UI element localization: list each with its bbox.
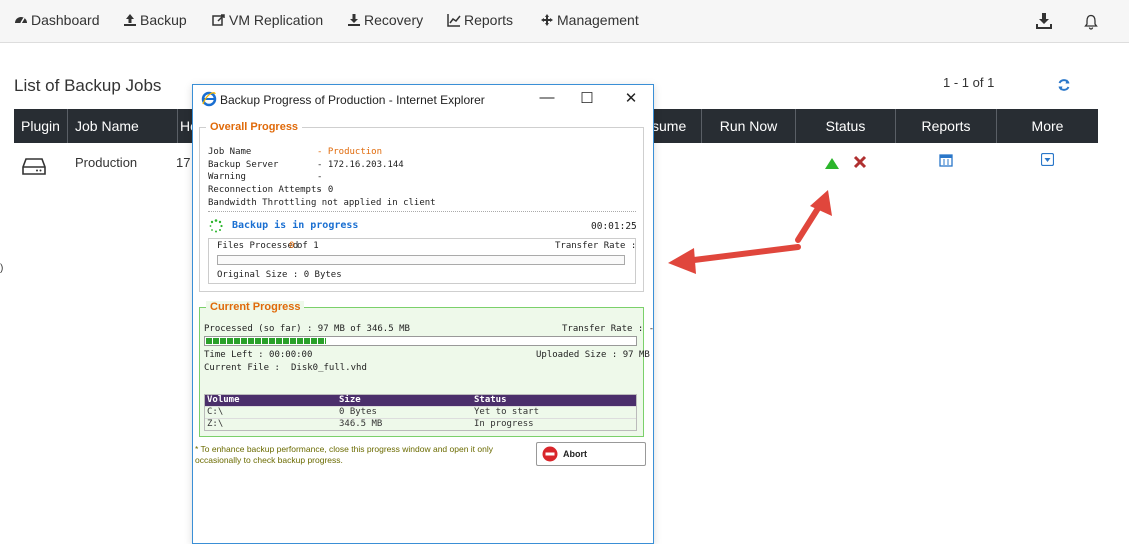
abort-label: Abort (563, 449, 587, 459)
download-tray-icon[interactable] (1035, 12, 1053, 30)
hard-drive-icon (22, 158, 46, 175)
backup-status-text: Backup is in progress (232, 220, 359, 231)
col-job-name[interactable]: Job Name (68, 109, 178, 143)
dashboard-icon (15, 17, 27, 24)
host-cell: 17 (176, 155, 191, 170)
stop-icon[interactable] (853, 155, 867, 169)
bell-icon[interactable] (1083, 14, 1099, 30)
reconnection-label: Reconnection Attempts (208, 185, 322, 195)
current-transfer-rate: Transfer Rate : - (562, 324, 655, 334)
nav-reports-label: Reports (464, 12, 514, 28)
nav-recovery-label: Recovery (364, 12, 424, 28)
progress-up-icon[interactable] (824, 157, 840, 170)
throttle-note: Bandwidth Throttling not applied in clie… (208, 198, 436, 208)
download-icon (348, 14, 360, 26)
uploaded-size: Uploaded Size : 97 MB (536, 350, 650, 360)
reconnection-value: - 0 (317, 185, 334, 195)
nav-dashboard[interactable]: Dashboard (14, 12, 100, 28)
files-processed-total: of 1 (297, 241, 319, 251)
volume-cell: Z:\ (207, 419, 224, 429)
status-cell: Yet to start (474, 407, 540, 417)
col-more[interactable]: More (997, 109, 1098, 143)
current-progress-fill (206, 338, 326, 344)
job-name-value: - Production (317, 147, 383, 157)
col-plugin[interactable]: Plugin (14, 109, 68, 143)
col-reports[interactable]: Reports (896, 109, 997, 143)
size-cell: 0 Bytes (339, 407, 377, 417)
upload-icon (124, 14, 136, 26)
job-name-cell[interactable]: Production (75, 155, 137, 170)
backup-server-label: Backup Server (208, 160, 279, 170)
overall-transfer-rate: Transfer Rate : (555, 241, 637, 251)
status-col-header: Status (474, 395, 507, 405)
nav-backup[interactable]: Backup (123, 12, 187, 28)
chart-icon (447, 14, 461, 27)
size-col-header: Size (339, 395, 361, 405)
time-left: Time Left : 00:00:00 (204, 350, 313, 360)
replication-icon (212, 14, 225, 26)
overall-progress-legend: Overall Progress (206, 121, 303, 133)
page-title: List of Backup Jobs (14, 76, 162, 95)
overall-progress-panel: Overall Progress Job Name - Production B… (199, 121, 644, 292)
refresh-icon[interactable] (1057, 78, 1071, 92)
current-progress-legend: Current Progress (206, 301, 305, 313)
nav-reports[interactable]: Reports (447, 12, 513, 28)
edge-mark: ) (0, 263, 4, 274)
minimize-button[interactable]: — (537, 89, 557, 107)
abort-button[interactable]: Abort (536, 442, 646, 466)
col-run-now[interactable]: Run Now (702, 109, 796, 143)
pagination-info: 1 - 1 of 1 (943, 75, 995, 90)
abort-icon (542, 446, 558, 462)
window-title: Backup Progress of Production - Internet… (220, 93, 485, 107)
size-cell: 346.5 MB (339, 419, 383, 429)
current-file-label: Current File : (204, 363, 280, 373)
volume-cell: C:\ (207, 407, 224, 417)
files-processed-label: Files Processed (217, 241, 299, 251)
backup-progress-window: Backup Progress of Production - Internet… (192, 84, 654, 544)
nav-backup-label: Backup (140, 12, 187, 28)
dropdown-box-icon[interactable] (1041, 153, 1054, 166)
volume-col-header: Volume (207, 395, 240, 405)
internet-explorer-icon (201, 91, 217, 107)
warning-label: Warning (208, 172, 246, 182)
original-size: Original Size : 0 Bytes (217, 270, 342, 280)
close-button[interactable]: ✕ (621, 89, 641, 107)
backup-server-value: - 172.16.203.144 (317, 160, 404, 170)
top-navigation-bar: Dashboard Backup VM Replication Recovery… (0, 0, 1129, 43)
elapsed-time: 00:01:25 (591, 221, 637, 232)
table-row: Z:\ 346.5 MB In progress (205, 418, 636, 430)
divider (208, 211, 636, 212)
job-name-label: Job Name (208, 147, 252, 157)
warning-value: - (317, 172, 323, 182)
nav-dashboard-label: Dashboard (31, 12, 100, 28)
maximize-button[interactable]: ☐ (577, 89, 597, 107)
calendar-icon[interactable] (939, 153, 953, 167)
spinner-icon (209, 219, 223, 233)
overall-progress-bar (217, 255, 625, 265)
table-row: C:\ 0 Bytes Yet to start (205, 406, 636, 418)
annotation-arrows (668, 190, 832, 274)
current-file-value: Disk0_full.vhd (291, 363, 367, 373)
volume-table-header: Volume Size Status (205, 395, 636, 406)
files-box: Files Processed 0 of 1 Transfer Rate : O… (208, 238, 636, 284)
processed-so-far: Processed (so far) : 97 MB of 346.5 MB (204, 324, 410, 334)
nav-vm-replication[interactable]: VM Replication (212, 12, 323, 28)
status-cell: In progress (474, 419, 534, 429)
files-processed-count: 0 (289, 241, 295, 251)
volume-table: Volume Size Status C:\ 0 Bytes Yet to st… (204, 394, 637, 431)
nav-recovery[interactable]: Recovery (347, 12, 423, 28)
current-progress-bar (204, 336, 637, 346)
nav-management[interactable]: Management (540, 12, 639, 28)
performance-note: * To enhance backup performance, close t… (195, 444, 493, 465)
move-icon (541, 14, 553, 26)
nav-vm-replication-label: VM Replication (229, 12, 324, 28)
nav-management-label: Management (557, 12, 639, 28)
col-status[interactable]: Status (796, 109, 896, 143)
